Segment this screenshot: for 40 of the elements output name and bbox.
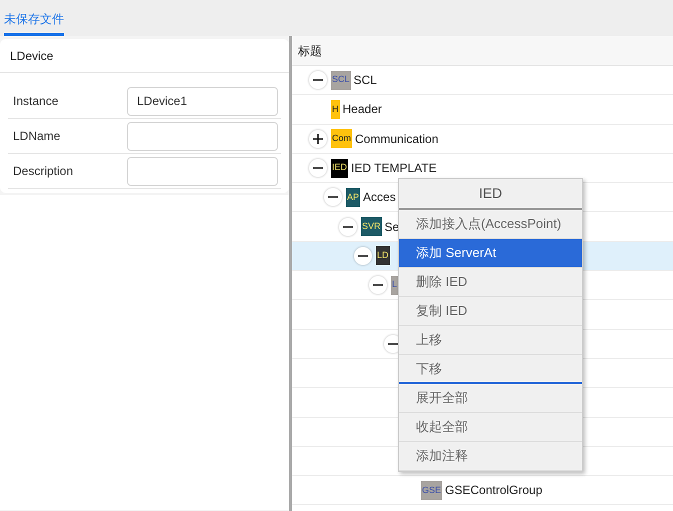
- node-label[interactable]: GSEControlGroup: [445, 481, 542, 500]
- node-label[interactable]: Communication: [355, 130, 438, 148]
- node-label[interactable]: IED TEMPLATE: [351, 159, 437, 178]
- collapse-icon[interactable]: [354, 246, 372, 265]
- node-badge: IED: [331, 158, 348, 178]
- column-header: 标题: [298, 42, 322, 60]
- expand-icon[interactable]: [309, 130, 327, 148]
- input-field[interactable]: [127, 156, 278, 186]
- node-badge: L: [391, 276, 398, 295]
- field-label: LDName: [12, 128, 62, 145]
- collapse-icon[interactable]: [324, 188, 342, 206]
- node-badge: LD: [376, 246, 390, 266]
- field-label: Description: [12, 163, 74, 180]
- node-label[interactable]: SCL: [354, 71, 377, 90]
- node-badge: AP: [346, 188, 360, 207]
- menu-title: IED: [478, 184, 502, 203]
- node-badge: SVR: [361, 217, 382, 236]
- field-label: Instance: [12, 93, 60, 110]
- panel-title: LDevice: [10, 48, 54, 64]
- menu-item[interactable]: 删除 IED: [399, 268, 582, 297]
- menu-item[interactable]: 添加注释: [399, 442, 582, 471]
- collapse-icon[interactable]: [369, 276, 387, 294]
- menu-item[interactable]: 添加 ServerAt: [399, 239, 582, 268]
- menu-item[interactable]: 上移: [399, 326, 582, 355]
- menu-item[interactable]: 下移: [399, 355, 582, 384]
- node-label[interactable]: Acces: [363, 188, 396, 206]
- collapse-icon[interactable]: [309, 71, 327, 90]
- collapse-icon[interactable]: [309, 159, 327, 178]
- node-badge: SCL: [331, 70, 351, 90]
- node-badge: GSE: [421, 480, 442, 500]
- menu-item[interactable]: 收起全部: [399, 413, 582, 442]
- node-label[interactable]: Se: [384, 218, 400, 236]
- menu-item[interactable]: 展开全部: [399, 384, 582, 413]
- node-badge: Com: [331, 129, 352, 148]
- node-badge: H: [331, 100, 340, 119]
- menu-item[interactable]: 复制 IED: [399, 297, 582, 326]
- input-field[interactable]: LDevice1: [127, 86, 278, 116]
- collapse-icon[interactable]: [339, 218, 357, 236]
- input-field[interactable]: [127, 122, 278, 150]
- node-label[interactable]: Header: [342, 100, 382, 118]
